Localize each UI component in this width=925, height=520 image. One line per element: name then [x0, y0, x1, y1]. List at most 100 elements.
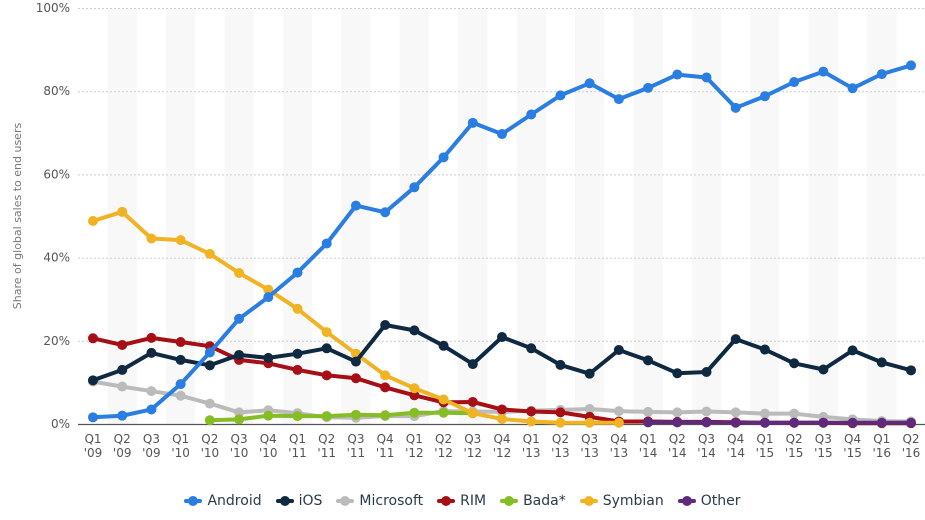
data-point[interactable]: [613, 406, 624, 417]
data-point[interactable]: [497, 332, 507, 343]
data-point[interactable]: [876, 357, 887, 368]
data-point[interactable]: [906, 365, 916, 376]
data-point[interactable]: [701, 367, 712, 377]
data-point[interactable]: [409, 182, 420, 193]
data-point[interactable]: [438, 407, 449, 418]
data-point[interactable]: [292, 303, 303, 314]
data-point[interactable]: [613, 417, 624, 428]
legend-item[interactable]: Bada*: [500, 493, 566, 509]
data-point[interactable]: [409, 325, 420, 336]
data-point[interactable]: [847, 83, 858, 94]
data-point[interactable]: [467, 359, 478, 370]
data-point[interactable]: [818, 66, 829, 77]
data-point[interactable]: [409, 383, 420, 394]
data-point[interactable]: [613, 344, 624, 355]
data-point[interactable]: [643, 406, 654, 417]
data-point[interactable]: [497, 129, 507, 140]
data-point[interactable]: [876, 417, 887, 428]
data-point[interactable]: [759, 417, 770, 428]
data-point[interactable]: [234, 267, 245, 278]
data-point[interactable]: [380, 382, 391, 393]
data-point[interactable]: [789, 77, 800, 88]
data-point[interactable]: [117, 339, 128, 350]
data-point[interactable]: [555, 359, 566, 370]
data-point[interactable]: [876, 69, 887, 80]
data-point[interactable]: [204, 347, 215, 358]
data-point[interactable]: [555, 407, 566, 418]
data-point[interactable]: [146, 347, 157, 358]
data-point[interactable]: [789, 408, 800, 419]
data-point[interactable]: [175, 235, 186, 246]
data-point[interactable]: [759, 344, 770, 355]
data-point[interactable]: [818, 364, 829, 375]
data-point[interactable]: [409, 407, 420, 418]
data-point[interactable]: [789, 417, 800, 428]
legend-item[interactable]: iOS: [275, 493, 322, 509]
data-point[interactable]: [263, 352, 274, 363]
data-point[interactable]: [204, 415, 215, 426]
data-point[interactable]: [146, 332, 157, 343]
data-point[interactable]: [204, 398, 215, 409]
data-point[interactable]: [555, 417, 566, 428]
data-point[interactable]: [117, 410, 128, 421]
data-point[interactable]: [467, 396, 478, 407]
data-point[interactable]: [380, 319, 391, 330]
data-point[interactable]: [380, 370, 391, 381]
data-point[interactable]: [175, 354, 186, 365]
data-point[interactable]: [117, 206, 128, 217]
legend-item[interactable]: Symbian: [579, 493, 664, 509]
data-point[interactable]: [672, 417, 683, 428]
data-point[interactable]: [701, 406, 712, 417]
legend-item[interactable]: Other: [677, 493, 741, 509]
data-point[interactable]: [321, 327, 332, 338]
data-point[interactable]: [467, 408, 478, 419]
data-point[interactable]: [759, 91, 770, 102]
data-point[interactable]: [117, 364, 128, 375]
legend-item[interactable]: RIM: [437, 493, 486, 509]
data-point[interactable]: [350, 356, 361, 367]
data-point[interactable]: [497, 414, 507, 425]
data-point[interactable]: [701, 417, 712, 428]
data-point[interactable]: [701, 72, 712, 83]
data-point[interactable]: [234, 414, 245, 425]
data-point[interactable]: [584, 417, 595, 428]
data-point[interactable]: [88, 375, 98, 386]
data-point[interactable]: [175, 390, 186, 401]
data-point[interactable]: [350, 373, 361, 384]
data-point[interactable]: [263, 410, 274, 421]
data-point[interactable]: [438, 152, 449, 163]
data-point[interactable]: [117, 381, 128, 392]
data-point[interactable]: [321, 238, 332, 249]
data-point[interactable]: [350, 200, 361, 211]
data-point[interactable]: [175, 379, 186, 390]
data-point[interactable]: [847, 345, 858, 356]
data-point[interactable]: [321, 343, 332, 354]
data-point[interactable]: [526, 109, 537, 120]
data-point[interactable]: [526, 406, 537, 417]
data-point[interactable]: [643, 417, 654, 428]
data-point[interactable]: [146, 233, 157, 244]
data-point[interactable]: [175, 337, 186, 348]
legend-item[interactable]: Microsoft: [336, 493, 423, 509]
data-point[interactable]: [234, 313, 245, 324]
data-point[interactable]: [526, 343, 537, 354]
data-point[interactable]: [88, 215, 98, 226]
data-point[interactable]: [584, 78, 595, 89]
data-point[interactable]: [321, 411, 332, 422]
data-point[interactable]: [730, 334, 741, 345]
data-point[interactable]: [730, 102, 741, 113]
legend-item[interactable]: Android: [184, 493, 262, 509]
data-point[interactable]: [263, 292, 274, 303]
data-point[interactable]: [350, 409, 361, 420]
data-point[interactable]: [555, 90, 566, 101]
data-point[interactable]: [146, 404, 157, 415]
data-point[interactable]: [292, 348, 303, 359]
data-point[interactable]: [818, 417, 829, 428]
data-point[interactable]: [88, 412, 98, 423]
data-point[interactable]: [438, 340, 449, 351]
data-point[interactable]: [643, 355, 654, 366]
data-point[interactable]: [292, 364, 303, 375]
data-point[interactable]: [88, 333, 98, 344]
data-point[interactable]: [672, 69, 683, 80]
data-point[interactable]: [906, 60, 916, 71]
